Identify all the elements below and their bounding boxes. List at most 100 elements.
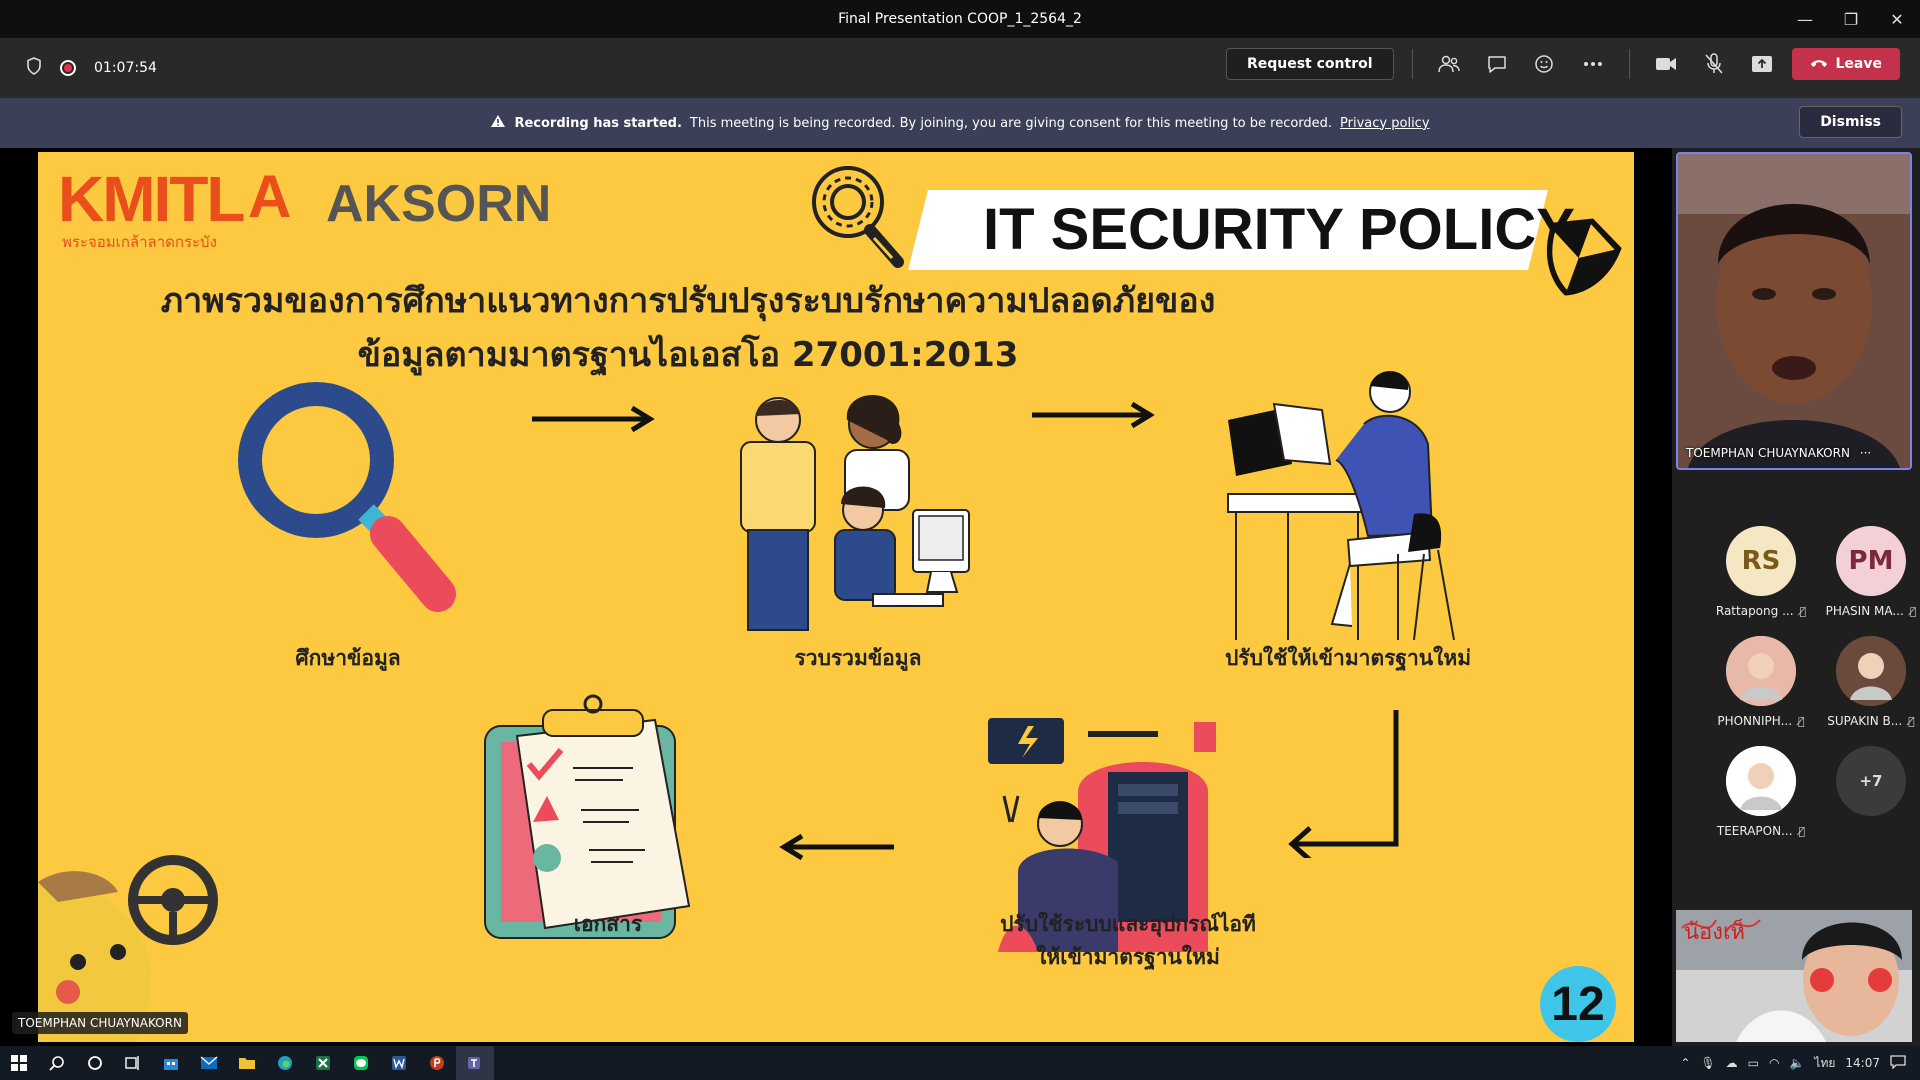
arrow-right-icon	[1028, 400, 1158, 434]
active-speaker-video[interactable]: TOEMPHAN CHUAYNAKORN ···	[1676, 152, 1912, 470]
step-collect-label: รวบรวมข้อมูล	[794, 646, 922, 670]
magnifier-icon	[238, 382, 458, 616]
close-button[interactable]: ✕	[1874, 0, 1920, 38]
banner-strong-text: Recording has started.	[514, 115, 682, 131]
window-controls: — ❐ ✕	[1782, 0, 1920, 38]
onedrive-icon[interactable]: ☁	[1726, 1056, 1738, 1070]
active-speaker-name: TOEMPHAN CHUAYNAKORN ···	[1686, 446, 1872, 460]
step-device-label: ปรับใช้ระบบและอุปกรณ์ไอที ให้เข้ามาตรฐาน…	[958, 908, 1298, 974]
chat-icon[interactable]	[1479, 48, 1515, 80]
participant-avatar	[1836, 636, 1906, 706]
line-icon[interactable]	[342, 1046, 380, 1080]
tray-chevron-icon[interactable]: ⌃	[1680, 1056, 1690, 1070]
kmitl-logo-subtitle: พระจอมเกล้าลาดกระบัง	[62, 233, 217, 251]
notifications-icon[interactable]	[1890, 1054, 1906, 1072]
participant-name-text: PHASIN MA...	[1825, 604, 1904, 618]
store-icon[interactable]	[152, 1046, 190, 1080]
participant-name-text: SUPAKIN B...	[1827, 714, 1903, 728]
wifi-icon[interactable]: ◠	[1769, 1056, 1779, 1070]
leave-label: Leave	[1835, 56, 1882, 72]
tray-mic-icon[interactable]: 🎙	[1700, 1056, 1715, 1070]
window-titlebar: Final Presentation COOP_1_2564_2 — ❐ ✕	[0, 0, 1920, 38]
leave-button[interactable]: Leave	[1791, 48, 1900, 80]
mic-muted-icon: 🎙̸	[1909, 605, 1917, 618]
participant-name: Rattapong ... 🎙̸	[1706, 604, 1816, 618]
speaker-face-image	[1678, 154, 1910, 468]
cortana-icon[interactable]	[76, 1046, 114, 1080]
clock[interactable]: 14:07	[1845, 1056, 1880, 1070]
kmitl-logo: KMITL	[58, 163, 245, 235]
presenter-name-tag: TOEMPHAN CHUAYNAKORN	[12, 1012, 188, 1034]
privacy-policy-link[interactable]: Privacy policy	[1340, 116, 1429, 131]
participant-name: SUPAKIN B... 🎙̸	[1816, 714, 1920, 728]
self-view-video[interactable]: น้องเห็	[1676, 910, 1912, 1042]
participant-avatar: PM	[1836, 526, 1906, 596]
aksorn-logo: AKSORN	[326, 175, 552, 233]
share-icon[interactable]	[1744, 48, 1780, 80]
participant-6[interactable]: +7	[1816, 746, 1920, 816]
language-indicator[interactable]: ไทย	[1814, 1054, 1835, 1073]
participant-name: PHONNIPH... 🎙̸	[1706, 714, 1816, 728]
teams-icon[interactable]	[456, 1046, 494, 1080]
system-tray: ⌃ 🎙 ☁ ▭ ◠ 🔈 ไทย 14:07	[1680, 1046, 1920, 1080]
request-control-button[interactable]: Request control	[1225, 48, 1394, 80]
arrow-right-icon	[528, 404, 658, 438]
word-icon[interactable]	[380, 1046, 418, 1080]
step-device-label-line1: ปรับใช้ระบบและอุปกรณ์ไอที	[1000, 912, 1256, 936]
search-icon[interactable]	[38, 1046, 76, 1080]
excel-icon[interactable]	[304, 1046, 342, 1080]
dismiss-button[interactable]: Dismiss	[1799, 106, 1902, 138]
powerpoint-icon[interactable]	[418, 1046, 456, 1080]
windows-start-icon[interactable]	[0, 1046, 38, 1080]
participant-name: TEERAPON... 🎙̸	[1706, 824, 1816, 838]
participant-avatar	[1726, 636, 1796, 706]
participant-3[interactable]: PHONNIPH... 🎙̸	[1706, 636, 1816, 728]
participant-avatar: RS	[1726, 526, 1796, 596]
step-apply-label: ปรับใช้ให้เข้ามาตรฐานใหม่	[1224, 646, 1472, 670]
shield-icon	[26, 57, 42, 79]
handwriting-annotation: น้องเห็	[1684, 920, 1746, 945]
mic-off-icon[interactable]	[1696, 48, 1732, 80]
reactions-icon[interactable]	[1527, 48, 1563, 80]
people-icon[interactable]	[1431, 48, 1467, 80]
file-explorer-icon[interactable]	[228, 1046, 266, 1080]
more-icon[interactable]	[1575, 48, 1611, 80]
more-options-icon[interactable]: ···	[1860, 446, 1871, 460]
participant-name-text: PHONNIPH...	[1717, 714, 1793, 728]
step-device-label-line2: ให้เข้ามาตรฐานใหม่	[1036, 945, 1220, 969]
participant-name-text: TEERAPON...	[1716, 824, 1793, 838]
mail-icon[interactable]	[190, 1046, 228, 1080]
shared-screen-stage: KMITL พระจอมเกล้าลาดกระบัง A AKSORN IT S…	[0, 148, 1672, 1046]
window-title: Final Presentation COOP_1_2564_2	[838, 11, 1082, 27]
toolbar-divider	[1628, 49, 1630, 79]
participants-panel: TOEMPHAN CHUAYNAKORN ··· RS Rattapong ...…	[1672, 148, 1920, 1046]
recording-banner: Recording has started. This meeting is b…	[0, 98, 1920, 148]
participant-4[interactable]: SUPAKIN B... 🎙̸	[1816, 636, 1920, 728]
recording-icon	[60, 60, 76, 76]
banner-text: This meeting is being recorded. By joini…	[689, 115, 1333, 131]
battery-icon[interactable]: ▭	[1748, 1056, 1759, 1070]
minimize-button[interactable]: —	[1782, 0, 1828, 38]
arrow-down-left-icon	[1278, 708, 1418, 862]
edge-icon[interactable]	[266, 1046, 304, 1080]
slide-title: ภาพรวมของการศึกษาแนวทางการปรับปรุงระบบรั…	[78, 274, 1298, 382]
participant-5[interactable]: TEERAPON... 🎙̸	[1706, 746, 1816, 838]
arrow-left-icon	[778, 832, 898, 866]
camera-icon[interactable]	[1648, 48, 1684, 80]
presentation-slide: KMITL พระจอมเกล้าลาดกระบัง A AKSORN IT S…	[38, 152, 1634, 1042]
participant-2[interactable]: PM PHASIN MA... 🎙̸	[1816, 526, 1920, 618]
team-collecting-illustration	[723, 380, 993, 644]
mic-muted-icon: 🎙̸	[1799, 605, 1807, 618]
slide-title-line1: ภาพรวมของการศึกษาแนวทางการปรับปรุงระบบรั…	[160, 281, 1216, 321]
task-view-icon[interactable]	[114, 1046, 152, 1080]
volume-icon[interactable]: 🔈	[1789, 1056, 1804, 1070]
slide-title-line2: ข้อมูลตามมาตรฐานไอเอสโอ 27001:2013	[357, 335, 1019, 375]
step-study-label: ศึกษาข้อมูล	[295, 646, 401, 670]
mic-muted-icon: 🎙̸	[1798, 715, 1805, 728]
participant-name-text: Rattapong ...	[1715, 604, 1794, 618]
toolbar-divider	[1411, 49, 1413, 79]
restore-button[interactable]: ❐	[1828, 0, 1874, 38]
meeting-timer: 01:07:54	[94, 60, 157, 76]
participant-1[interactable]: RS Rattapong ... 🎙̸	[1706, 526, 1816, 618]
phone-hangup-icon	[1810, 56, 1828, 72]
